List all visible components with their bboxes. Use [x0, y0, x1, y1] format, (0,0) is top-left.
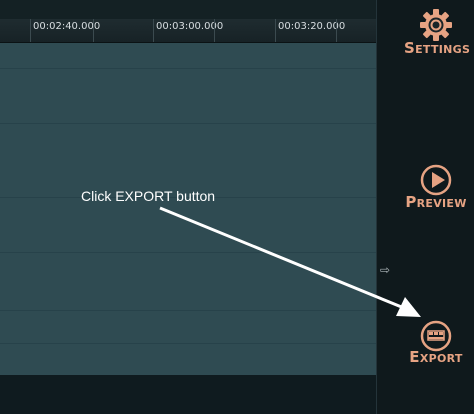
export-label: EXPORT — [409, 348, 463, 366]
timeline-panel: 00:02:40.000 00:03:00.000 00:03:20.000 — [0, 0, 376, 414]
ruler-tick — [336, 19, 337, 42]
track[interactable] — [0, 43, 376, 68]
side-arrow-icon: ⇨ — [380, 263, 391, 277]
sidebar-divider — [376, 0, 377, 414]
track[interactable] — [0, 198, 376, 252]
ruler-tick — [275, 19, 276, 42]
settings-button[interactable]: SETTINGS — [404, 6, 471, 58]
preview-label: PREVIEW — [405, 193, 467, 211]
track[interactable] — [0, 253, 376, 310]
time-ruler[interactable]: 00:02:40.000 00:03:00.000 00:03:20.000 — [0, 19, 376, 43]
ruler-tick — [153, 19, 154, 42]
ruler-tick — [93, 19, 94, 42]
track[interactable] — [0, 124, 376, 197]
track[interactable] — [0, 69, 376, 123]
track[interactable] — [0, 344, 376, 375]
settings-label: SETTINGS — [404, 39, 471, 57]
timeline-footer — [0, 375, 376, 414]
export-button[interactable]: EXPORT — [404, 320, 468, 368]
track[interactable] — [0, 311, 376, 343]
ruler-tick — [30, 19, 31, 42]
preview-button[interactable]: PREVIEW — [404, 164, 468, 212]
ruler-label: 00:02:40.000 — [33, 21, 101, 32]
ruler-tick — [214, 19, 215, 42]
track-area[interactable] — [0, 43, 376, 375]
annotation-text: Click EXPORT button — [81, 188, 216, 204]
